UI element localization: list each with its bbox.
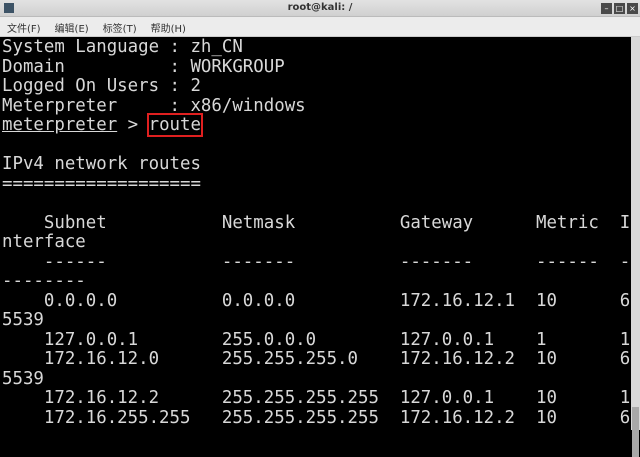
prompt-separator: > [117, 115, 149, 135]
menu-tabs[interactable]: 标签(T) [96, 20, 144, 40]
scrollbar-thumb[interactable] [632, 407, 639, 457]
terminal-line: 172.16.12.0 255.255.255.0 172.16.12.2 10… [2, 349, 630, 369]
terminal-line: =================== [2, 173, 201, 194]
menu-bar: 文件(F) 编辑(E) 标签(T) 帮助(H) [0, 17, 640, 37]
terminal-line: Meterpreter : x86/windows [2, 95, 306, 116]
prompt-label: meterpreter [2, 115, 118, 135]
terminal-line: System Language : zh_CN [2, 38, 243, 57]
menu-file[interactable]: 文件(F) [0, 20, 48, 40]
menu-edit[interactable]: 编辑(E) [48, 20, 96, 40]
terminal-output[interactable]: System Language : zh_CN Domain : WORKGRO… [2, 38, 630, 430]
terminal-line: -------- [2, 271, 86, 291]
terminal-line: ------ ------- ------- ------ - [2, 251, 630, 272]
terminal-line: 5539 [2, 368, 44, 389]
title-bar: root@kali: / – □ × [0, 0, 640, 17]
prompt-line: meterpreter > route [2, 113, 630, 137]
terminal-line: IPv4 network routes [2, 154, 201, 174]
maximize-button[interactable]: □ [614, 3, 625, 14]
minimize-button[interactable]: – [601, 3, 612, 14]
terminal-line: 5539 [2, 310, 44, 330]
command-highlight: route [146, 113, 203, 137]
scrollbar[interactable] [631, 37, 640, 457]
close-button[interactable]: × [627, 3, 638, 14]
window-title: root@kali: / [287, 2, 353, 13]
terminal-line: 127.0.0.1 255.0.0.0 127.0.0.1 1 1 [2, 329, 630, 350]
terminal-line: 0.0.0.0 0.0.0.0 172.16.12.1 10 6 [2, 290, 630, 311]
terminal-line: Subnet Netmask Gateway Metric I [2, 212, 630, 233]
terminal-line: nterface [2, 232, 86, 252]
terminal-line: Logged On Users : 2 [2, 76, 201, 96]
menu-help[interactable]: 帮助(H) [144, 20, 193, 40]
terminal-line: Domain : WORKGROUP [2, 56, 285, 77]
terminal-line: 172.16.255.255 255.255.255.255 172.16.12… [2, 407, 630, 428]
terminal-line: 172.16.12.2 255.255.255.255 127.0.0.1 10… [2, 388, 630, 408]
